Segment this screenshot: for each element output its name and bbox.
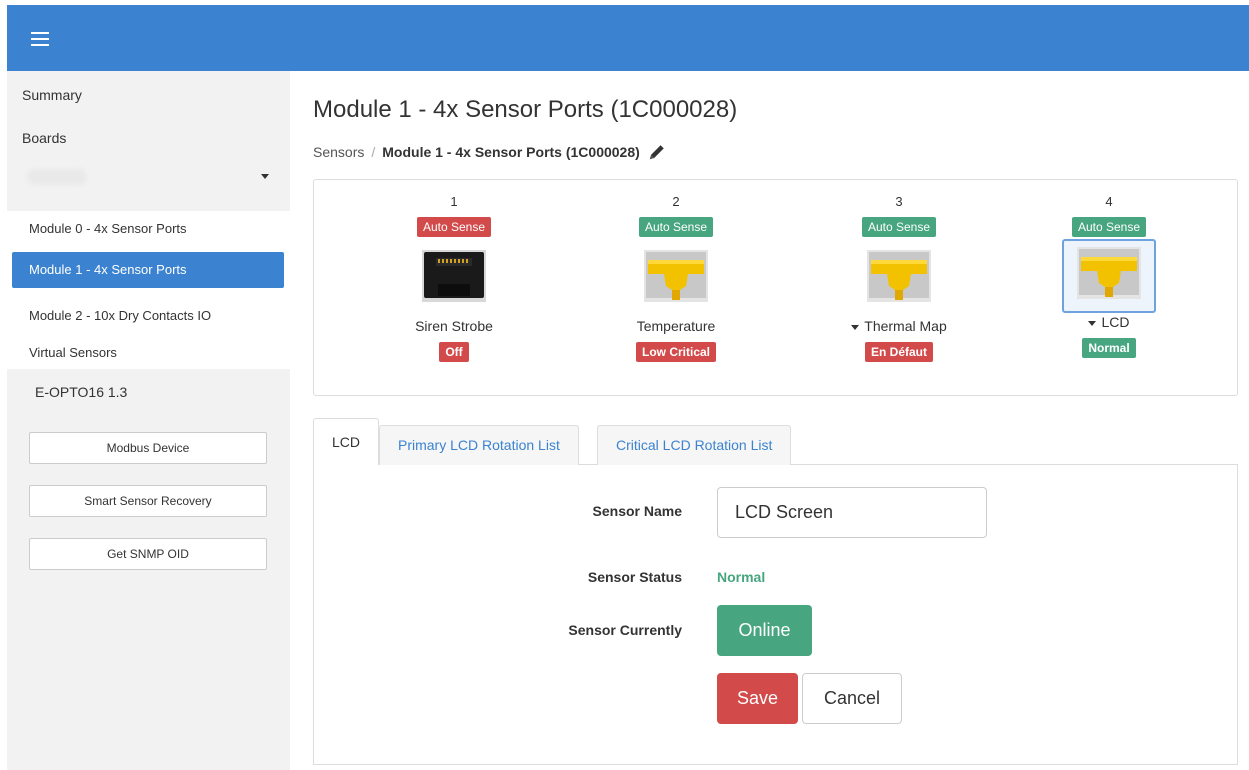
pencil-icon[interactable]	[648, 143, 666, 161]
sensor-port-1: 1 Auto Sense Siren Strobe Off	[354, 180, 554, 362]
port-number: 4	[1105, 194, 1113, 209]
sidebar-item-module-2[interactable]: Module 2 - 10x Dry Contacts IO	[29, 308, 211, 323]
rj45-black-icon[interactable]	[414, 246, 494, 312]
port-sensor-name-dropdown[interactable]: LCD	[1009, 314, 1209, 332]
sidebar: Summary Boards Module 0 - 4x Sensor Port…	[7, 71, 290, 770]
tab-bar: LCD Primary LCD Rotation List Critical L…	[313, 418, 1238, 466]
status-badge: En Défaut	[864, 342, 933, 362]
auto-sense-badge[interactable]: Auto Sense	[638, 217, 714, 237]
port-sensor-name: Siren Strobe	[415, 318, 493, 334]
breadcrumb-sensors[interactable]: Sensors	[313, 144, 364, 160]
lcd-form: Sensor Name Sensor Status Normal Sensor …	[313, 465, 1238, 765]
sensor-port-3: 3 Auto Sense Thermal Map En Défaut	[799, 180, 999, 362]
tab-critical-lcd-rotation-list[interactable]: Critical LCD Rotation List	[597, 425, 792, 465]
breadcrumb-current: Module 1 - 4x Sensor Ports (1C000028)	[382, 144, 640, 160]
status-badge: Low Critical	[635, 342, 716, 362]
board-selector[interactable]	[7, 159, 290, 205]
sensor-name-input[interactable]	[717, 487, 987, 538]
sensor-port-4: 4 Auto Sense LCD Normal	[1009, 180, 1209, 358]
chevron-down-icon	[261, 174, 269, 179]
top-bar	[7, 5, 1249, 71]
breadcrumb: Sensors / Module 1 - 4x Sensor Ports (1C…	[313, 143, 666, 161]
auto-sense-badge[interactable]: Auto Sense	[861, 217, 937, 237]
sidebar-link-boards[interactable]: Boards	[22, 130, 66, 146]
status-badge: Off	[439, 342, 469, 362]
smart-sensor-recovery-button[interactable]: Smart Sensor Recovery	[29, 485, 267, 517]
port-sensor-name: Thermal Map	[864, 318, 947, 334]
rj45-yellow-icon[interactable]	[1062, 239, 1156, 313]
sensor-name-label: Sensor Name	[592, 503, 682, 519]
page-title: Module 1 - 4x Sensor Ports (1C000028)	[313, 96, 738, 123]
port-sensor-name-dropdown[interactable]: Thermal Map	[799, 318, 999, 336]
sidebar-item-virtual-sensors[interactable]: Virtual Sensors	[29, 345, 117, 360]
port-number: 2	[672, 194, 680, 209]
modbus-device-button[interactable]: Modbus Device	[29, 432, 267, 464]
caret-down-icon	[1088, 320, 1097, 326]
board-name-redacted	[27, 169, 87, 185]
online-toggle-button[interactable]: Online	[717, 605, 812, 656]
sensor-status-value: Normal	[717, 569, 766, 585]
sidebar-link-summary[interactable]: Summary	[22, 87, 82, 103]
get-snmp-oid-button[interactable]: Get SNMP OID	[29, 538, 267, 570]
rj45-yellow-icon[interactable]	[636, 246, 716, 312]
sidebar-item-module-0[interactable]: Module 0 - 4x Sensor Ports	[29, 221, 187, 236]
port-sensor-name: LCD	[1101, 314, 1130, 330]
auto-sense-badge[interactable]: Auto Sense	[416, 217, 492, 237]
auto-sense-badge[interactable]: Auto Sense	[1071, 217, 1147, 237]
port-number: 3	[895, 194, 903, 209]
sensor-port-2: 2 Auto Sense Temperature Low Critical	[576, 180, 776, 362]
breadcrumb-separator: /	[371, 144, 376, 160]
sensor-currently-label: Sensor Currently	[568, 622, 682, 638]
hamburger-menu-icon[interactable]	[31, 32, 49, 46]
save-button[interactable]: Save	[717, 673, 798, 724]
firmware-version: E-OPTO16 1.3	[35, 384, 128, 400]
caret-down-icon	[851, 324, 860, 330]
port-sensor-name: Temperature	[636, 318, 716, 334]
port-number: 1	[450, 194, 458, 209]
tab-primary-lcd-rotation-list[interactable]: Primary LCD Rotation List	[379, 425, 579, 465]
tab-lcd[interactable]: LCD	[313, 418, 380, 466]
rj45-yellow-icon[interactable]	[859, 246, 939, 312]
sidebar-item-module-1[interactable]: Module 1 - 4x Sensor Ports	[12, 252, 284, 288]
sensor-ports-panel: 1 Auto Sense Siren Strobe Off 2 Auto Sen…	[313, 179, 1238, 396]
sensor-status-label: Sensor Status	[587, 569, 682, 585]
cancel-button[interactable]: Cancel	[802, 673, 902, 724]
status-badge: Normal	[1082, 338, 1136, 358]
